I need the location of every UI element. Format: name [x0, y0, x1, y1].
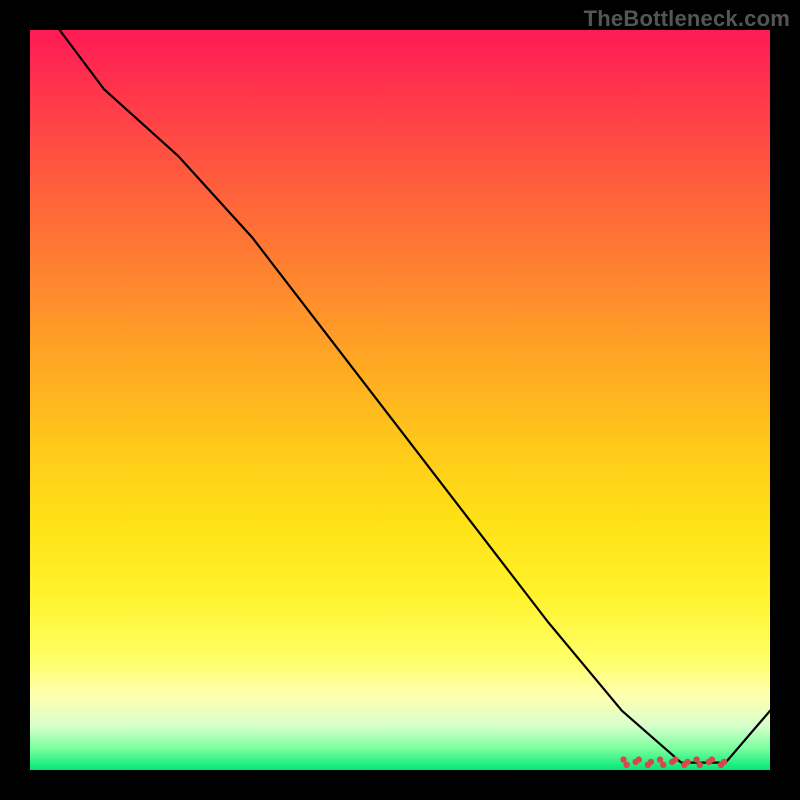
dense-marker-group	[620, 756, 727, 768]
chart-overlay	[30, 30, 770, 770]
marker-dot	[636, 756, 642, 762]
marker-dot	[697, 762, 703, 768]
marker-dot	[660, 762, 666, 768]
curve-line	[60, 30, 770, 763]
marker-dot	[623, 762, 629, 768]
marker-dot	[709, 756, 715, 762]
marker-dot	[721, 759, 727, 765]
marker-dot	[672, 756, 678, 762]
marker-dot	[648, 759, 654, 765]
marker-dot	[684, 759, 690, 765]
watermark-text: TheBottleneck.com	[584, 6, 790, 32]
